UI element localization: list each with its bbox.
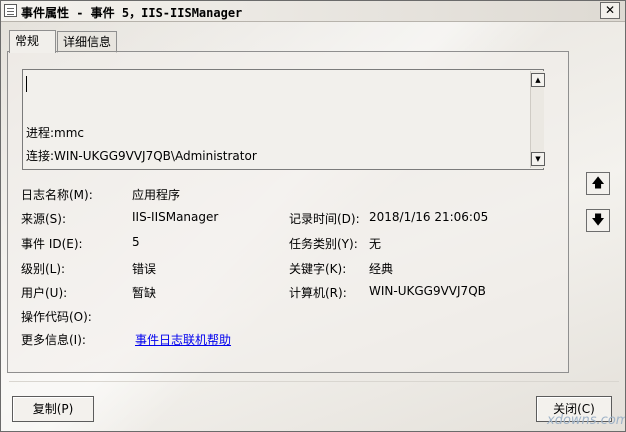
event-viewer-icon <box>4 4 17 17</box>
keywords-value: 经典 <box>369 262 394 276</box>
event-properties-window: 事件属性 - 事件 5，IIS-IISManager ✕ 常规 详细信息 进程:… <box>0 0 626 432</box>
opcode-label: 操作代码(O): <box>21 310 92 324</box>
source-value: IIS-IISManager <box>132 210 219 224</box>
event-id-value: 5 <box>132 235 140 249</box>
description-scrollbar[interactable]: ▲ ▼ <box>530 71 545 168</box>
task-category-value: 无 <box>369 237 382 251</box>
previous-event-button[interactable]: 🡅 <box>586 172 610 195</box>
up-arrow-icon: 🡅 <box>591 176 605 191</box>
down-arrow-icon: 🡇 <box>591 213 605 228</box>
window-title: 事件属性 - 事件 5，IIS-IISManager <box>21 6 243 20</box>
user-label: 用户(U): <box>21 286 68 300</box>
level-label: 级别(L): <box>21 262 66 276</box>
computer-value: WIN-UKGG9VVJ7QB <box>369 284 486 298</box>
title-bar[interactable]: 事件属性 - 事件 5，IIS-IISManager ✕ <box>1 1 625 22</box>
title-close-button[interactable]: ✕ <box>600 2 620 19</box>
log-name-label: 日志名称(M): <box>21 188 93 202</box>
description-line-process: 进程:mmc <box>26 126 85 140</box>
keywords-label: 关键字(K): <box>289 262 347 276</box>
description-line-connection: 连接:WIN-UKGG9VVJ7QB\Administrator <box>26 149 257 163</box>
event-description-box[interactable]: 进程:mmc 连接:WIN-UKGG9VVJ7QB\Administrator … <box>22 69 545 170</box>
scroll-up-arrow-icon[interactable]: ▲ <box>531 73 545 87</box>
more-info-label: 更多信息(I): <box>21 333 86 347</box>
log-name-value: 应用程序 <box>132 188 181 202</box>
task-category-label: 任务类别(Y): <box>289 237 358 251</box>
scroll-down-arrow-icon[interactable]: ▼ <box>531 152 545 166</box>
site-watermark: xdowns.com <box>547 413 626 428</box>
event-id-label: 事件 ID(E): <box>21 237 83 251</box>
source-label: 来源(S): <box>21 212 67 226</box>
online-help-link[interactable]: 事件日志联机帮助 <box>135 331 231 348</box>
user-value: 暂缺 <box>132 286 157 300</box>
logged-value: 2018/1/16 21:06:05 <box>369 210 489 224</box>
computer-label: 计算机(R): <box>289 286 347 300</box>
level-value: 错误 <box>132 262 157 276</box>
next-event-button[interactable]: 🡇 <box>586 209 610 232</box>
logged-label: 记录时间(D): <box>289 212 360 226</box>
copy-button[interactable]: 复制(P) <box>12 396 94 422</box>
footer-divider <box>9 381 619 382</box>
text-caret <box>26 76 27 92</box>
tab-general[interactable]: 常规 <box>9 30 56 53</box>
tab-details[interactable]: 详细信息 <box>57 31 117 53</box>
